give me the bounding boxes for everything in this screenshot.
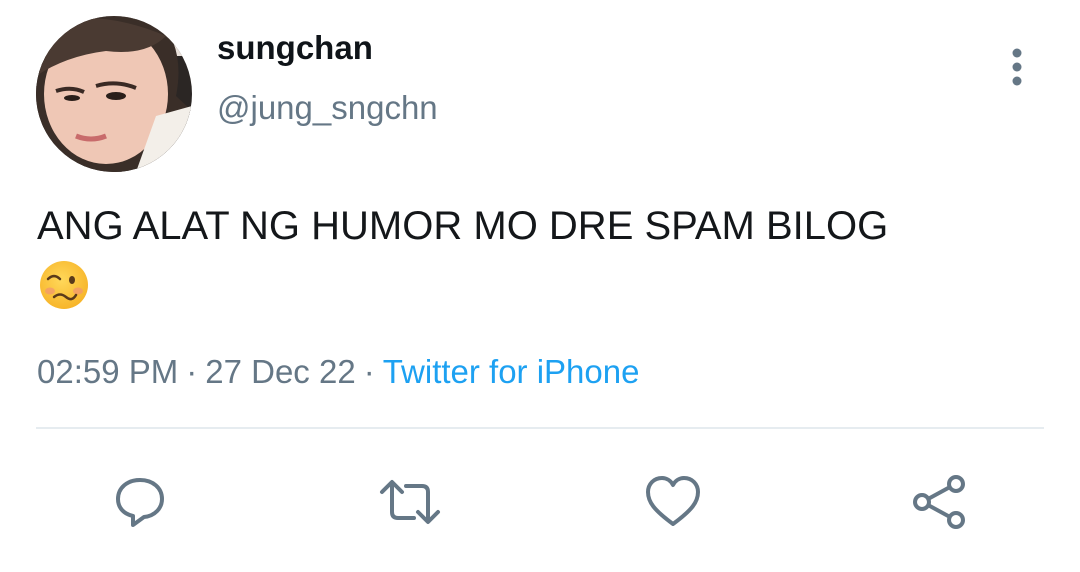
tweet-meta: 02:59 PM · 27 Dec 22 · Twitter for iPhone [37,352,639,392]
retweet-icon [380,480,440,524]
divider [36,427,1044,429]
share-icon [913,475,965,529]
display-name[interactable]: sungchan [217,28,373,68]
tweet-time: 02:59 PM [37,353,179,390]
username-handle[interactable]: @jung_sngchn [217,88,438,128]
heart-icon [646,476,700,526]
share-button[interactable] [910,474,966,530]
tweet-source-link[interactable]: Twitter for iPhone [383,353,640,390]
avatar-image [36,16,192,172]
woozy-face-emoji-icon [38,259,90,311]
like-button[interactable] [644,474,700,530]
reply-button[interactable] [112,474,168,530]
tweet-card: sungchan @jung_sngchn ANG ALAT NG HUMOR … [0,0,1080,572]
comment-icon [116,478,164,527]
tweet-text: ANG ALAT NG HUMOR MO DRE SPAM BILOG [37,204,889,248]
meta-separator: · [186,353,198,390]
retweet-button[interactable] [378,474,440,530]
more-options-icon[interactable] [1000,44,1034,90]
tweet-date: 27 Dec 22 [205,353,356,390]
avatar[interactable] [36,16,192,172]
meta-separator: · [363,353,375,390]
